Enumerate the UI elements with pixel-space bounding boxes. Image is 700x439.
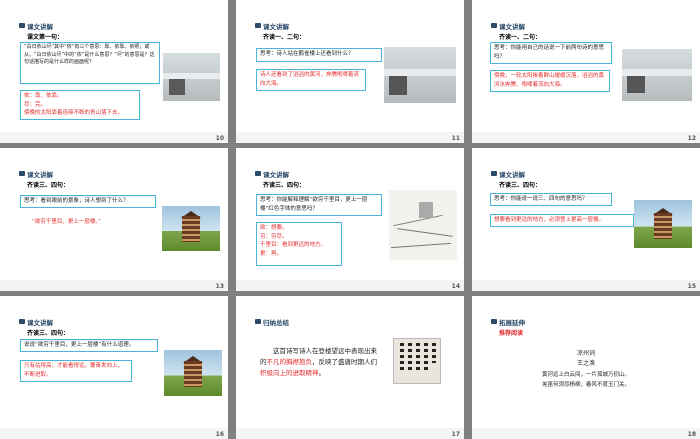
slide-number: 17 — [451, 431, 460, 438]
poem-author: 王之涣 — [576, 360, 595, 367]
slide-number: 16 — [215, 431, 224, 438]
slide-number: 10 — [215, 135, 224, 142]
logo-icon — [255, 23, 261, 28]
question-box: 说说“欲穷千里目，更上一层楼”有什么道理。 — [20, 339, 158, 352]
logo-icon — [255, 171, 261, 176]
slide-thumbnail-16[interactable]: 课文讲解 齐读三、四句： 说说“欲穷千里目，更上一层楼”有什么道理。 只有站得高… — [0, 296, 228, 439]
slide-subtitle: 齐读一、二句： — [263, 34, 306, 41]
slide-thumbnail-13[interactable]: 课文讲解 齐读三、四句： 思考：看到眼前的景象，诗人想到了什么？ “欲穷千里目，… — [0, 148, 228, 291]
answer-line: 依：靠、依靠。 — [24, 93, 63, 99]
pagoda-photo-image — [162, 206, 220, 251]
answer-box: 依：靠、依靠。 尽：完。 傍晚的太阳靠着连绵不断的青山落下去。 — [20, 90, 140, 120]
answer-line: 傍晚的太阳靠着连绵不断的青山落下去。 — [24, 110, 124, 116]
answer-box: 欲：想要。 穷：穷尽。 千里目：看到更远的地方。 更：再。 — [256, 222, 342, 266]
slide-subtitle: 推荐阅读 — [499, 330, 524, 337]
slide-number: 13 — [215, 283, 224, 290]
answer-box: 想要看到更远的地方，必须登上更高一层楼。 — [490, 214, 634, 227]
slide-thumbnail-14[interactable]: 课文讲解 齐读三、四句： 思考：你能解释理解“欲穷千里目，更上一层楼”红色字体的… — [236, 148, 464, 291]
logo-icon — [19, 23, 25, 28]
slide-number: 12 — [687, 135, 696, 142]
slide-number: 15 — [687, 283, 696, 290]
answer-line: 欲：想要。 — [260, 225, 288, 231]
slide-subtitle: 齐读三、四句： — [499, 182, 542, 189]
slide-title: 课文讲解 — [263, 171, 289, 179]
slide-subtitle: 齐读一、二句： — [499, 34, 542, 41]
logo-icon — [491, 171, 497, 176]
slide-title: 课文讲解 — [27, 171, 53, 179]
slide-subtitle: 齐读三、四句： — [27, 330, 70, 337]
question-box: 思考：你能解释理解“欲穷千里目，更上一层楼”红色字体的意思吗？ — [256, 194, 382, 216]
logo-icon — [491, 319, 497, 324]
slide-thumbnail-10[interactable]: 课文讲解 课文第一句： “白日依山尽”其中“依”有三个意思：靠、依靠、依照；或从… — [0, 0, 228, 143]
slide-thumbnail-18[interactable]: 拓展延伸 推荐阅读 凉州词 王之涣 黄河远上白云间，一片孤城万仞山。 羌笛何须怨… — [472, 296, 700, 439]
answer-box: 只有站得高，才能看得远，要奋发向上，不断进取。 — [20, 360, 132, 382]
answer-line: 穷：穷尽。 — [260, 233, 288, 240]
slide-subtitle: 齐读三、四句： — [263, 182, 306, 189]
answer-box: 诗人还看到了滔滔的黄河，奔腾咆哮着流向大海。 — [256, 69, 366, 91]
slide-subtitle: 课文第一句： — [27, 34, 64, 41]
answer-line: 尽：完。 — [24, 101, 47, 108]
slide-title: 课文讲解 — [499, 171, 525, 179]
poem-title: 凉州词 — [576, 350, 595, 357]
summary-text: 这首诗写诗人在登楼望远中表现出来的不凡的胸襟抱负，反映了盛唐时期人们积极向上的进… — [260, 347, 377, 377]
pagoda-photo-image — [634, 200, 692, 248]
slide-thumbnail-17[interactable]: 归纳总结 这首诗写诗人在登楼望远中表现出来的不凡的胸襟抱负，反映了盛唐时期人们积… — [236, 296, 464, 439]
answer-line: 千里目：看到更远的地方。 — [260, 242, 327, 248]
slide-title: 归纳总结 — [263, 319, 289, 327]
poem-line: 羌笛何须怨杨柳，春风不度玉门关。 — [541, 382, 630, 388]
ink-landscape-image — [389, 190, 457, 260]
calligraphy-image — [393, 338, 441, 384]
slide-title: 课文讲解 — [263, 23, 289, 31]
answer-line: 更：再。 — [260, 250, 283, 257]
slide-thumbnail-15[interactable]: 课文讲解 齐读三、四句： 思考：你能说一说三、四句的意思吗？ 想要看到更远的地方… — [472, 148, 700, 291]
question-box: 思考：你能用自己的话说一下前两句诗的意思吗？ — [490, 42, 612, 64]
slide-thumbnail-12[interactable]: 课文讲解 齐读一、二句： 思考：你能用自己的话说一下前两句诗的意思吗？ 傍晚，一… — [472, 0, 700, 143]
question-box: 思考：看到眼前的景象，诗人想到了什么？ — [20, 195, 156, 208]
slide-title: 课文讲解 — [27, 319, 53, 327]
poem-line: 黄河远上白云间，一片孤城万仞山。 — [541, 372, 630, 378]
logo-icon — [19, 171, 25, 176]
slide-number: 14 — [451, 283, 460, 290]
slide-title: 课文讲解 — [27, 23, 53, 31]
slide-title: 拓展延伸 — [499, 319, 525, 327]
pagoda-photo-image — [164, 350, 222, 396]
tower-painting-image — [622, 49, 692, 101]
slide-number: 11 — [451, 135, 460, 142]
tower-painting-image — [163, 53, 220, 101]
logo-icon — [255, 319, 261, 324]
question-box: 思考：诗人站在鹳雀楼上还看到什么？ — [256, 48, 382, 62]
slide-number: 18 — [687, 431, 696, 438]
tower-painting-image — [384, 47, 456, 103]
answer-box: 傍晚，一轮太阳挨着群山缓缓沉落，滔滔的黄河水奔腾、咆哮着流向大海。 — [490, 70, 610, 92]
slide-thumbnail-11[interactable]: 课文讲解 齐读一、二句： 思考：诗人站在鹳雀楼上还看到什么？ 诗人还看到了滔滔的… — [236, 0, 464, 143]
answer-text: “欲穷千里目，更上一层楼。” — [32, 219, 101, 225]
logo-icon — [19, 319, 25, 324]
slide-subtitle: 齐读三、四句： — [27, 182, 70, 189]
logo-icon — [491, 23, 497, 28]
question-box: “白日依山尽”其中“依”有三个意思：靠、依靠、依照；或从。“白日依山尽”中的“依… — [20, 42, 160, 84]
question-box: 思考：你能说一说三、四句的意思吗？ — [490, 193, 612, 206]
slide-title: 课文讲解 — [499, 23, 525, 31]
